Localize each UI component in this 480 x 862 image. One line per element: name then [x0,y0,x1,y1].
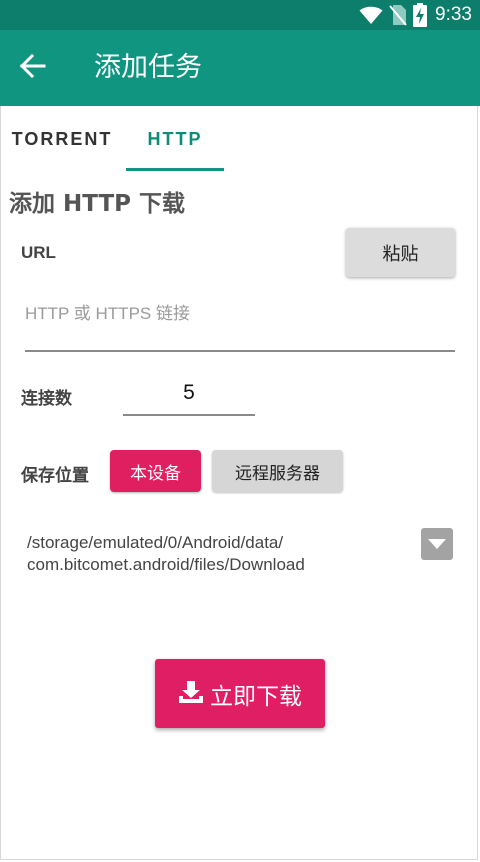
app-bar: 添加任务 [0,30,480,106]
battery-charging-icon [413,3,428,27]
remote-server-button[interactable]: 远程服务器 [212,450,343,492]
status-time: 9:33 [435,4,472,25]
triangle-down-icon [427,535,447,554]
save-location-label: 保存位置 [21,466,89,486]
url-label: URL [21,243,56,262]
download-icon [178,680,204,707]
no-sim-icon [389,4,407,26]
status-bar: 9:33 [0,0,480,30]
arrow-left-icon [19,53,46,82]
connections-input[interactable]: 5 [123,381,255,405]
section-title: 添加 HTTP 下载 [9,191,186,217]
this-device-button[interactable]: 本设备 [110,450,201,492]
save-path-line-1: /storage/emulated/0/Android/data/ [27,533,284,552]
url-input-underline [25,350,455,352]
status-icons: 9:33 [359,2,472,28]
paste-button[interactable]: 粘贴 [346,228,455,277]
connections-label: 连接数 [21,389,72,409]
tab-indicator [126,168,224,171]
back-button[interactable] [14,50,52,86]
save-path-line-2: com.bitcomet.android/files/Download [27,555,305,574]
connections-underline [123,414,255,416]
wifi-icon [359,5,383,25]
tab-http[interactable]: HTTP [126,106,224,172]
page-title: 添加任务 [94,52,202,83]
download-now-label: 立即下载 [210,683,302,710]
tab-torrent[interactable]: TORRENT [0,106,124,172]
url-input[interactable] [25,294,455,334]
tab-bar: TORRENT HTTP [0,106,480,172]
path-dropdown-button[interactable] [421,528,453,560]
download-now-button[interactable]: 立即下载 [155,659,325,728]
